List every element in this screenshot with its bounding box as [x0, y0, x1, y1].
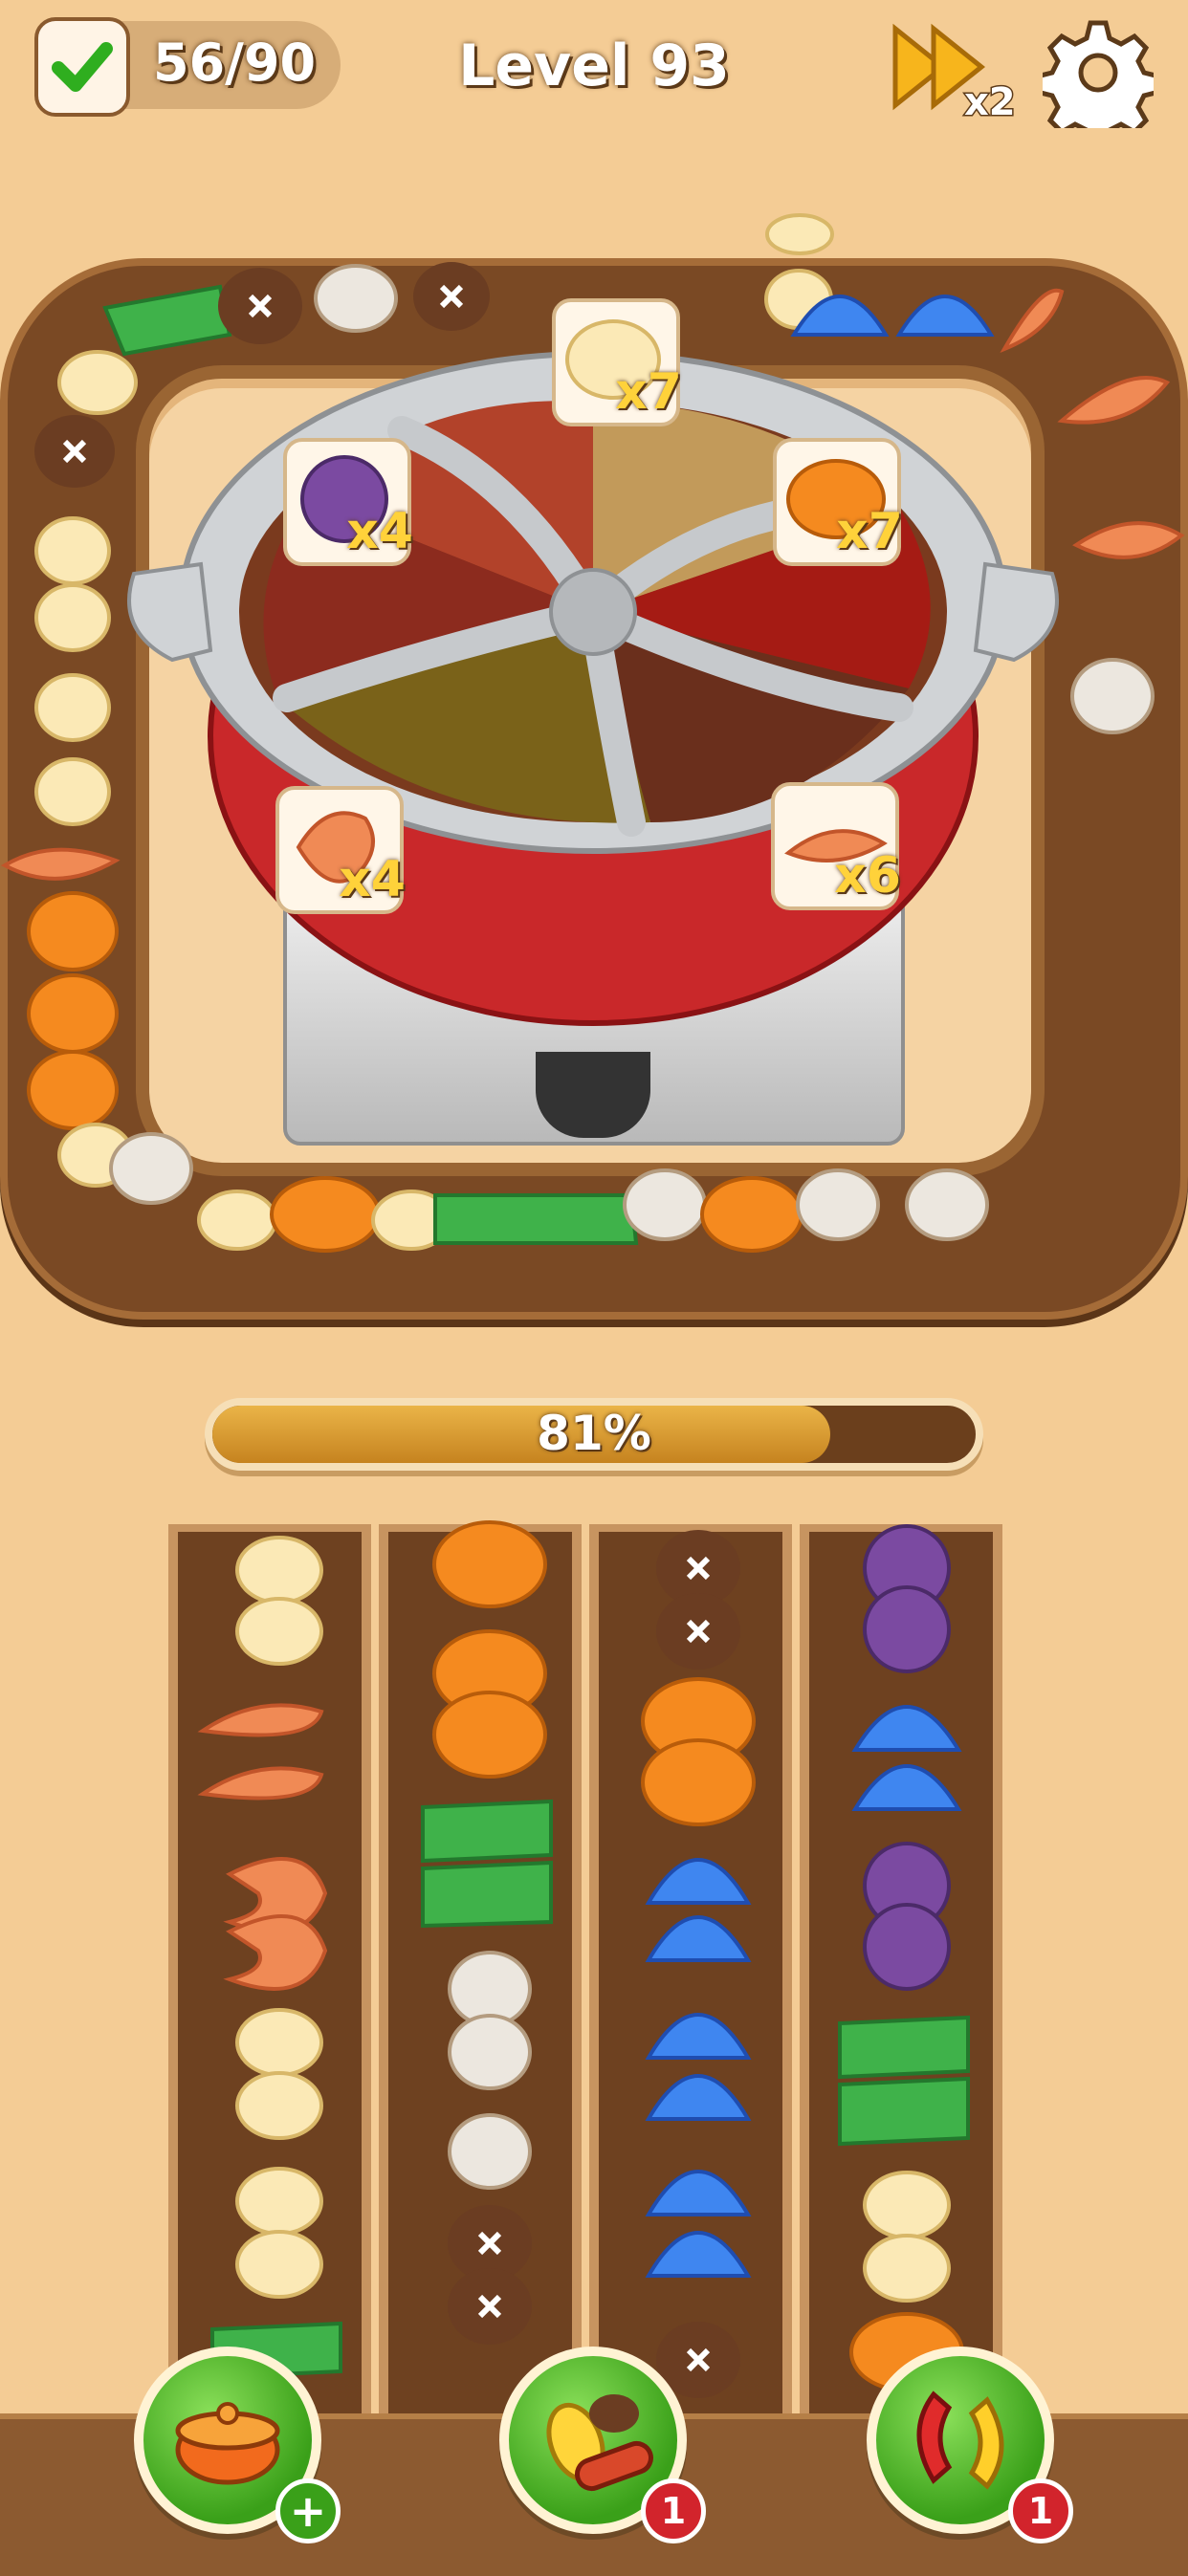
- clam-item: [645, 2170, 752, 2216]
- speed-label: x2: [964, 80, 1016, 124]
- fast-forward-icon: x2: [892, 23, 1017, 126]
- order-count: x4: [339, 851, 406, 908]
- shuffle-booster-button[interactable]: 1: [867, 2347, 1073, 2543]
- clam-item: [645, 2013, 752, 2060]
- order-count: x6: [834, 847, 901, 905]
- add-pot-booster-button[interactable]: +: [134, 2347, 341, 2543]
- pumpkin-slice-item: [641, 1738, 756, 1826]
- pumpkin-slice-item: [270, 1176, 381, 1253]
- daikon-item: [796, 1168, 880, 1241]
- order-tag-banana: x7: [552, 298, 682, 426]
- clam-item: [645, 1915, 752, 1962]
- pumpkin-slice-item: [27, 891, 119, 971]
- banana-slice-item: [34, 516, 111, 585]
- banana-slice-item: [34, 583, 111, 652]
- banana-slice-item: [235, 2071, 323, 2140]
- order-count: x7: [615, 363, 682, 421]
- clam-item: [645, 2074, 752, 2121]
- banana-slice-item: [863, 2171, 951, 2239]
- green-bean-item: [433, 1193, 639, 1245]
- shrimp-item: [223, 1914, 328, 1991]
- green-bean-item: [421, 1860, 553, 1929]
- banana-slice-item: [34, 757, 111, 826]
- order-tag-shrimp: x4: [275, 786, 406, 914]
- shrimp-item: [1072, 521, 1185, 559]
- clam-item: [645, 2231, 752, 2278]
- order-tag-purple-cabbage: x4: [283, 438, 413, 566]
- purple-cabbage-item: [863, 1585, 951, 1673]
- pumpkin-slice-item: [27, 1050, 119, 1130]
- gear-icon: [1034, 20, 1162, 148]
- mushroom-item: [656, 1593, 740, 1670]
- clam-item: [851, 1764, 962, 1811]
- shrimp-item: [197, 1703, 324, 1737]
- green-bean-item: [421, 1799, 553, 1864]
- banana-slice-item: [197, 1190, 277, 1251]
- pumpkin-slice-item: [700, 1176, 803, 1253]
- banana-slice-item: [235, 1536, 323, 1605]
- daikon-item: [109, 1132, 193, 1205]
- banana-slice-item: [863, 2234, 951, 2303]
- clam-item: [851, 1705, 962, 1752]
- order-tag-pumpkin: x7: [773, 438, 903, 566]
- green-bean-item: [838, 2076, 970, 2147]
- shrimp-item: [197, 1766, 324, 1801]
- purple-cabbage-item: [863, 1903, 951, 1991]
- order-count: x7: [836, 503, 903, 560]
- mushroom-item: [34, 415, 115, 488]
- order-tag-prawn-tail: x6: [771, 782, 901, 910]
- settings-button[interactable]: [1034, 17, 1162, 148]
- order-count: x4: [346, 503, 413, 560]
- stove-knob: [536, 1052, 650, 1138]
- booster-badge: +: [275, 2478, 341, 2543]
- booster-badge: 1: [1008, 2478, 1073, 2543]
- clam-item: [645, 1858, 752, 1905]
- progress-percent: 81%: [537, 1406, 651, 1461]
- pumpkin-slice-item: [432, 1520, 547, 1608]
- banana-slice-item: [235, 2167, 323, 2236]
- daikon-item: [448, 2014, 532, 2090]
- pumpkin-slice-item: [432, 1691, 547, 1779]
- banana-slice-item: [765, 213, 834, 255]
- shrimp-item: [1057, 376, 1171, 425]
- banana-slice-item: [34, 673, 111, 742]
- daikon-item: [1070, 658, 1155, 734]
- green-bean-item: [838, 2015, 970, 2080]
- mushroom-item: [448, 2268, 532, 2345]
- shrimp-item: [0, 847, 121, 881]
- banana-slice-item: [235, 2230, 323, 2299]
- column-items[interactable]: [0, 1511, 1188, 2429]
- booster-badge: 1: [641, 2478, 706, 2543]
- pumpkin-slice-item: [27, 973, 119, 1054]
- banana-slice-item: [235, 1597, 323, 1666]
- daikon-item: [623, 1168, 707, 1241]
- food-booster-button[interactable]: 1: [499, 2347, 706, 2543]
- banana-slice-item: [235, 2008, 323, 2077]
- speed-x2-button[interactable]: x2: [890, 19, 1023, 126]
- daikon-item: [905, 1168, 989, 1241]
- daikon-item: [448, 2113, 532, 2190]
